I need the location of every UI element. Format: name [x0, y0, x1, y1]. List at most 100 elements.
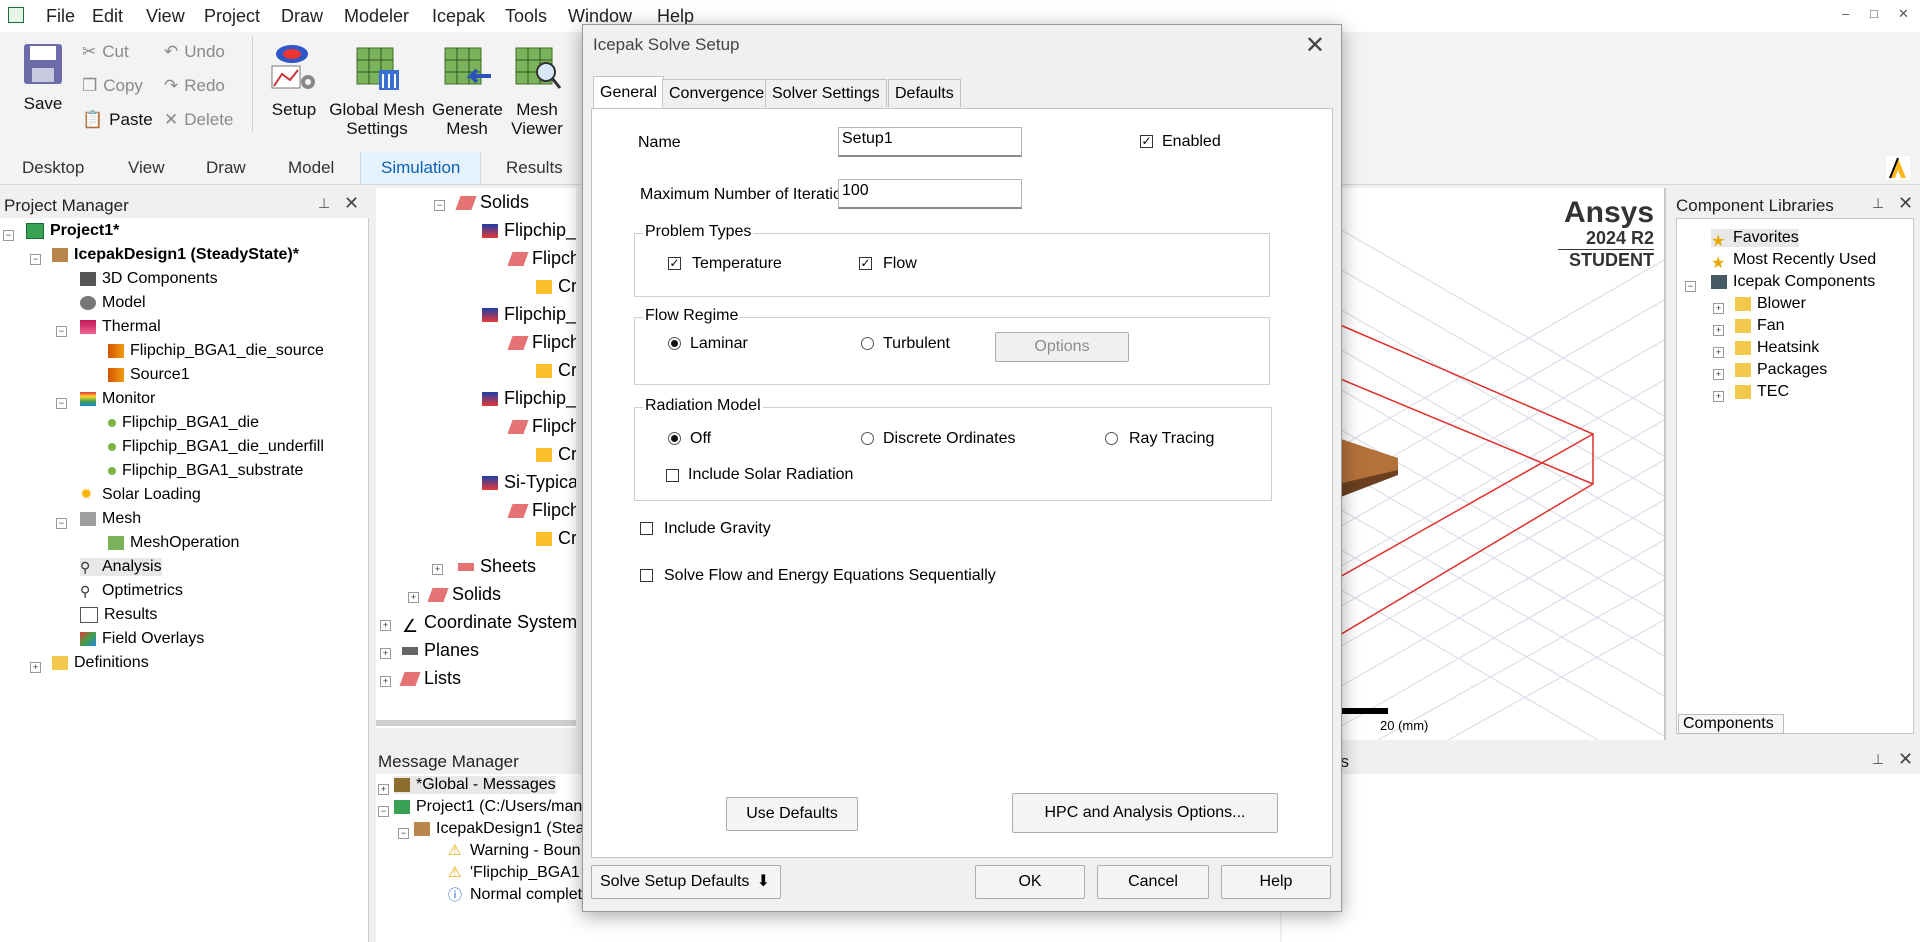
tab-defaults[interactable]: Defaults: [888, 79, 961, 107]
use-defaults-button[interactable]: Use Defaults: [726, 797, 858, 831]
minimize-button[interactable]: –: [1842, 6, 1849, 21]
menu-view[interactable]: View: [146, 6, 185, 27]
tree-item-lists[interactable]: Lists: [399, 668, 461, 689]
tree-item-object[interactable]: Flipchi: [507, 416, 576, 437]
tree-item-material[interactable]: Flipchip_B: [482, 220, 576, 241]
expand-icon[interactable]: +: [1713, 325, 1724, 336]
library-item-heatsink[interactable]: Heatsink: [1735, 339, 1819, 357]
tab-view[interactable]: View: [128, 158, 165, 178]
cancel-button[interactable]: Cancel: [1097, 865, 1209, 899]
collapse-icon[interactable]: −: [398, 828, 409, 839]
setup-button[interactable]: Setup: [266, 42, 322, 119]
dialog-close-icon[interactable]: ✕: [1305, 31, 1325, 60]
tree-item-material[interactable]: Flipchip_B: [482, 304, 576, 325]
tree-item-create[interactable]: Cre: [536, 360, 576, 381]
expand-icon[interactable]: +: [432, 564, 443, 575]
close-icon[interactable]: ✕: [1898, 749, 1913, 770]
menu-edit[interactable]: Edit: [92, 6, 123, 27]
tree-item-design[interactable]: IcepakDesign1 (SteadyState)*: [52, 246, 299, 264]
expand-icon[interactable]: +: [1713, 391, 1724, 402]
menu-file[interactable]: File: [46, 6, 75, 27]
library-item-fan[interactable]: Fan: [1735, 317, 1785, 335]
tree-item-monitor[interactable]: Monitor: [80, 390, 155, 408]
message-item-design[interactable]: IcepakDesign1 (Stea: [414, 820, 585, 838]
message-item-warning[interactable]: ⚠ 'Flipchip_BGA1: [448, 864, 580, 882]
close-icon[interactable]: ✕: [344, 193, 359, 214]
save-button[interactable]: Save: [14, 42, 72, 113]
message-item-warning[interactable]: ⚠ Warning - Boun: [448, 842, 581, 860]
flow-checkbox[interactable]: ✓: [859, 257, 872, 270]
library-item-icepak-components[interactable]: Icepak Components: [1711, 273, 1875, 291]
tree-item-object[interactable]: Flipchi: [507, 332, 576, 353]
menu-tools[interactable]: Tools: [505, 6, 547, 27]
include-gravity-checkbox[interactable]: [640, 522, 653, 535]
library-item-blower[interactable]: Blower: [1735, 295, 1806, 313]
paste-button[interactable]: 📋 Paste: [82, 110, 153, 130]
tree-item-object[interactable]: Flipchi: [507, 248, 576, 269]
tree-item-coordinate-systems[interactable]: ∠ Coordinate Systems: [402, 612, 576, 636]
discrete-ordinates-radio[interactable]: [861, 432, 874, 445]
message-item-info[interactable]: ⓘ Normal complet: [448, 886, 582, 904]
menu-modeler[interactable]: Modeler: [344, 6, 409, 27]
library-item-packages[interactable]: Packages: [1735, 361, 1827, 379]
tree-item-create[interactable]: Cre: [536, 444, 576, 465]
expand-icon[interactable]: +: [380, 648, 391, 659]
menu-draw[interactable]: Draw: [281, 6, 323, 27]
expand-icon[interactable]: +: [1713, 369, 1724, 380]
tree-item-optimetrics[interactable]: ⚲ Optimetrics: [80, 582, 183, 600]
hpc-analysis-options-button[interactable]: HPC and Analysis Options...: [1012, 793, 1278, 833]
tree-item-monitor-substrate[interactable]: Flipchip_BGA1_substrate: [108, 462, 303, 480]
tree-item-thermal[interactable]: Thermal: [80, 318, 161, 336]
tab-model[interactable]: Model: [288, 158, 334, 178]
tab-simulation[interactable]: Simulation: [360, 152, 482, 184]
tree-item-monitor-underfill[interactable]: Flipchip_BGA1_die_underfill: [108, 438, 324, 456]
close-window-button[interactable]: ✕: [1898, 6, 1909, 22]
help-button[interactable]: Help: [1221, 865, 1331, 899]
max-iterations-field[interactable]: 100: [838, 179, 1022, 209]
menu-project[interactable]: Project: [204, 6, 260, 27]
expand-icon[interactable]: +: [380, 620, 391, 631]
library-item-recent[interactable]: ★ Most Recently Used: [1711, 251, 1876, 272]
expand-icon[interactable]: +: [380, 676, 391, 687]
tree-item-die-source[interactable]: Flipchip_BGA1_die_source: [108, 342, 324, 360]
pin-icon[interactable]: ⊥: [1872, 751, 1884, 768]
tree-item-create[interactable]: Cre: [536, 528, 576, 549]
global-mesh-settings-button[interactable]: Global Mesh Settings: [328, 42, 426, 138]
collapse-icon[interactable]: −: [56, 326, 67, 337]
3d-viewport[interactable]: Ansys 2024 R2 STUDENT 20 (mm): [1338, 188, 1666, 740]
name-field[interactable]: Setup1: [838, 127, 1022, 157]
tree-item-sheets[interactable]: Sheets: [458, 556, 536, 577]
solar-radiation-checkbox[interactable]: [666, 469, 679, 482]
solve-setup-defaults-button[interactable]: Solve Setup Defaults ⬇: [591, 865, 781, 899]
ray-tracing-radio[interactable]: [1105, 432, 1118, 445]
tree-item-monitor-die[interactable]: Flipchip_BGA1_die: [108, 414, 259, 432]
ok-button[interactable]: OK: [975, 865, 1085, 899]
expand-icon[interactable]: +: [408, 592, 419, 603]
tree-item-analysis[interactable]: ⚲ Analysis: [80, 558, 162, 576]
expand-icon[interactable]: +: [378, 784, 389, 795]
solve-sequentially-checkbox[interactable]: [640, 569, 653, 582]
expand-icon[interactable]: +: [1713, 303, 1724, 314]
delete-button[interactable]: ✕ Delete: [164, 110, 233, 130]
tree-item-material[interactable]: Si-Typical: [482, 472, 576, 493]
options-button[interactable]: Options: [995, 332, 1129, 362]
tree-item-material[interactable]: Flipchip_B: [482, 388, 576, 409]
tree-item-solids[interactable]: Solids: [455, 192, 529, 213]
tab-draw[interactable]: Draw: [206, 158, 246, 178]
tree-item-solids-2[interactable]: Solids: [427, 584, 501, 605]
tab-components[interactable]: Components: [1678, 714, 1784, 734]
tab-general[interactable]: General: [593, 76, 664, 109]
tree-item-project[interactable]: Project1*: [26, 222, 119, 240]
mesh-viewer-button[interactable]: Mesh Viewer: [508, 42, 566, 138]
laminar-radio[interactable]: [668, 337, 681, 350]
expand-icon[interactable]: +: [30, 662, 41, 673]
message-item-project[interactable]: Project1 (C:/Users/mani: [394, 798, 586, 816]
tab-results[interactable]: Results: [506, 158, 563, 178]
tree-item-planes[interactable]: Planes: [402, 640, 479, 661]
tree-item-solar-loading[interactable]: ✹ Solar Loading: [80, 486, 201, 504]
collapse-icon[interactable]: −: [56, 398, 67, 409]
tree-item-field-overlays[interactable]: Field Overlays: [80, 630, 204, 648]
undo-button[interactable]: ↶ Undo: [164, 42, 225, 62]
tab-solver-settings[interactable]: Solver Settings: [765, 79, 887, 107]
tree-item-source1[interactable]: Source1: [108, 366, 190, 384]
